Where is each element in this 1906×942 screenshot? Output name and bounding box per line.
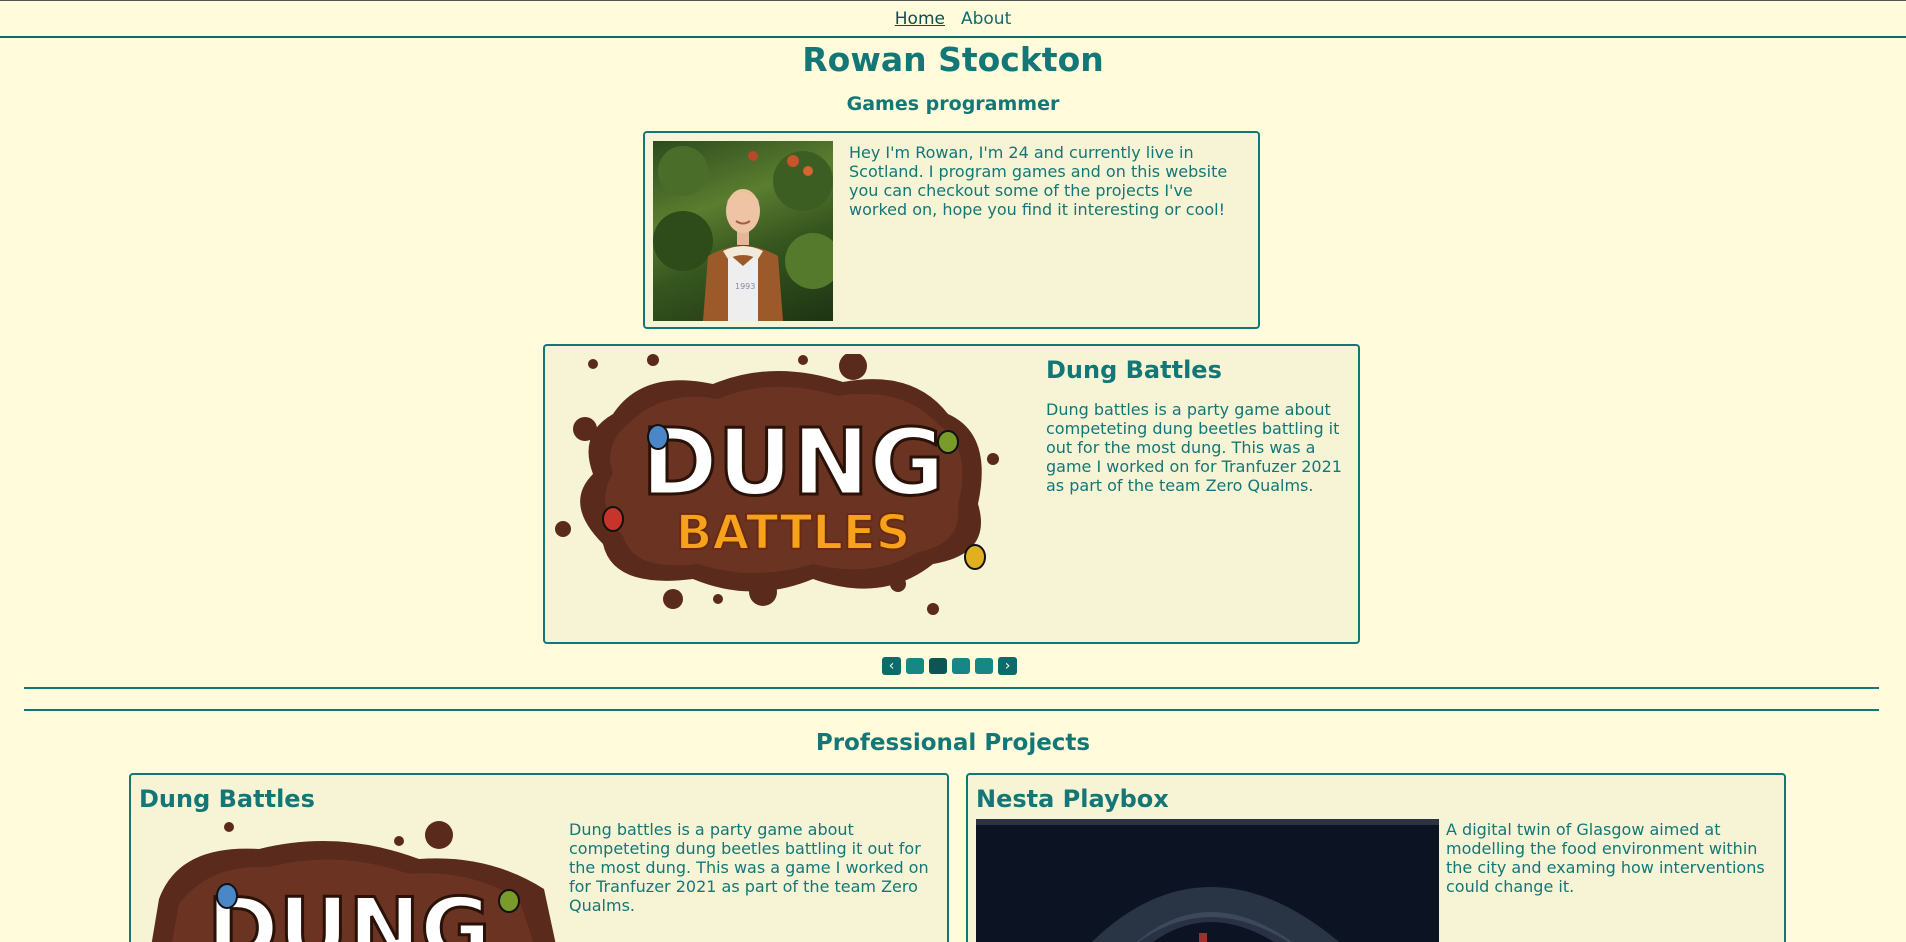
carousel-title: Dung Battles xyxy=(1046,356,1222,384)
project-description: A digital twin of Glasgow aimed at model… xyxy=(1446,820,1765,896)
carousel-dot-2[interactable] xyxy=(929,658,947,674)
chevron-right-icon[interactable]: › xyxy=(998,657,1017,675)
project-title: Dung Battles xyxy=(139,785,315,813)
logo-dung-text: DUNG xyxy=(641,409,945,516)
project-card-dung-battles[interactable]: Dung Battles DUNG Dung battles is a part… xyxy=(129,773,949,942)
carousel-description: Dung battles is a party game about compe… xyxy=(1046,400,1342,495)
project-title: Nesta Playbox xyxy=(976,785,1169,813)
carousel-dot-1[interactable] xyxy=(906,658,924,674)
dung-logo-thumbnail: DUNG xyxy=(151,821,556,942)
nav-home-link[interactable]: Home xyxy=(895,9,945,29)
dung-battles-logo: DUNG BATTLES xyxy=(553,352,1033,634)
chevron-left-icon[interactable]: ‹ xyxy=(882,657,901,675)
carousel-controls: ‹ › xyxy=(882,657,1017,675)
playbox-map-art xyxy=(1091,887,1340,942)
bio-card: 1993 Hey I'm Rowan, I'm 24 and currently… xyxy=(643,131,1260,329)
thumbnail-dung-text: DUNG xyxy=(207,880,491,942)
dung-battles-logo-art: DUNG BATTLES xyxy=(555,352,999,615)
nav-about-link[interactable]: About xyxy=(961,9,1011,29)
project-description: Dung battles is a party game about compe… xyxy=(569,820,929,915)
project-thumbnail: DUNG xyxy=(139,819,559,942)
project-card-nesta-playbox[interactable]: Nesta Playbox A digital twin of Glasgow … xyxy=(966,773,1786,942)
section-heading: Professional Projects xyxy=(815,730,1091,756)
shirt-print: 1993 xyxy=(735,282,755,291)
profile-photo-illustration: 1993 xyxy=(653,146,833,321)
bio-text: Hey I'm Rowan, I'm 24 and currently live… xyxy=(849,143,1228,219)
profile-photo: 1993 xyxy=(653,141,833,321)
project-thumbnail xyxy=(976,819,1439,942)
carousel-dot-4[interactable] xyxy=(975,658,993,674)
top-navigation: Home About xyxy=(0,0,1906,38)
page-subtitle: Games programmer xyxy=(846,93,1060,115)
divider-top xyxy=(24,687,1879,689)
project-carousel: DUNG BATTLES Dung Battles Dung battles i… xyxy=(543,344,1360,644)
playbox-screenshot xyxy=(976,819,1439,942)
divider-bottom xyxy=(24,709,1879,711)
page-title: Rowan Stockton xyxy=(802,40,1104,79)
carousel-dot-3[interactable] xyxy=(952,658,970,674)
logo-battles-text: BATTLES xyxy=(676,505,911,561)
